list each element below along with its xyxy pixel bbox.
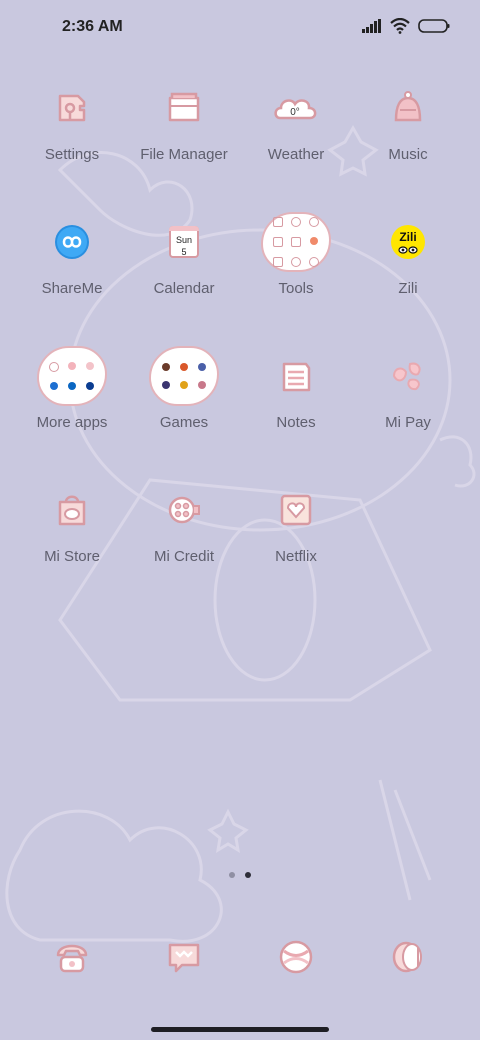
folder-more-apps[interactable]: More apps xyxy=(16,346,128,431)
games-folder-preview xyxy=(149,346,219,406)
status-icons xyxy=(362,18,450,34)
app-file-manager[interactable]: File Manager xyxy=(128,78,240,163)
app-mi-pay[interactable]: Mi Pay xyxy=(352,346,464,431)
app-label: More apps xyxy=(36,414,108,431)
app-weather[interactable]: 0° Weather xyxy=(240,78,352,163)
page-dot-active[interactable] xyxy=(245,872,251,878)
folder-tools[interactable]: Tools xyxy=(240,212,352,297)
camera-icon xyxy=(392,941,422,973)
app-label: Calendar xyxy=(153,280,215,297)
page-indicator xyxy=(0,872,480,878)
app-mi-store[interactable]: Mi Store xyxy=(16,480,128,565)
weather-temp: 0° xyxy=(290,107,300,118)
game-icon xyxy=(198,381,206,389)
status-time: 2:36 AM xyxy=(62,18,123,35)
compass-icon xyxy=(291,257,301,267)
app-label: Settings xyxy=(44,146,100,163)
app-label: Weather xyxy=(267,146,325,163)
app-mi-credit[interactable]: Mi Credit xyxy=(128,480,240,565)
app-calendar[interactable]: Sun 5 Calendar xyxy=(128,212,240,297)
tools-folder-preview xyxy=(261,212,331,272)
app-label: Music xyxy=(388,146,428,163)
dock-camera[interactable] xyxy=(352,932,464,982)
zili-icon: Zili xyxy=(391,225,425,259)
status-bar: 2:36 AM xyxy=(0,0,480,56)
brush-icon xyxy=(309,257,319,267)
signal-icon xyxy=(362,19,381,33)
home-indicator[interactable] xyxy=(151,1027,329,1032)
calendar-icon: Sun 5 xyxy=(169,226,199,258)
app-zili[interactable]: Zili Zili xyxy=(352,212,464,297)
wifi-icon xyxy=(390,18,410,34)
dock-phone[interactable] xyxy=(16,932,128,982)
app-notes[interactable]: Notes xyxy=(240,346,352,431)
cleaner-icon xyxy=(310,237,318,245)
weather-cloud-icon: 0° xyxy=(274,99,317,120)
app-netflix[interactable]: Netflix xyxy=(240,480,352,565)
image-icon xyxy=(291,237,301,247)
page-dot[interactable] xyxy=(229,872,235,878)
app-label: File Manager xyxy=(140,146,228,163)
phone-icon xyxy=(56,944,88,973)
netflix-icon xyxy=(280,494,312,526)
dock xyxy=(0,932,480,982)
battery-icon xyxy=(418,19,450,33)
game-icon xyxy=(162,381,170,389)
app-label: Notes xyxy=(276,414,316,431)
key-icon xyxy=(291,217,301,227)
messages-icon xyxy=(168,943,200,973)
game-icon xyxy=(180,363,188,371)
game-icon xyxy=(180,381,188,389)
app-label: Mi Credit xyxy=(153,548,214,565)
linkedin-icon xyxy=(68,382,76,390)
more-apps-folder-preview xyxy=(37,346,107,406)
app-label: Zili xyxy=(398,280,418,297)
grid-icon xyxy=(273,237,283,247)
mini-app-icon xyxy=(68,362,76,370)
browser-icon xyxy=(279,940,313,974)
app-label: Mi Pay xyxy=(385,414,431,431)
app-shareme[interactable]: ShareMe xyxy=(16,212,128,297)
app-settings[interactable]: Settings xyxy=(16,78,128,163)
app-label: Mi Store xyxy=(44,548,100,565)
folder-games[interactable]: Games xyxy=(128,346,240,431)
recorder-icon xyxy=(273,217,283,227)
mi-pay-icon xyxy=(392,362,421,391)
document-icon xyxy=(273,257,283,267)
mi-store-bag-icon xyxy=(58,495,86,526)
game-icon xyxy=(162,363,170,371)
game-icon xyxy=(198,363,206,371)
zili-logo-text: Zili xyxy=(399,230,416,244)
app-label: Tools xyxy=(278,280,314,297)
mini-app-icon xyxy=(86,382,94,390)
shareme-icon xyxy=(55,225,89,259)
music-bell-icon xyxy=(394,91,422,122)
app-label: Netflix xyxy=(275,548,317,565)
mini-app-icon xyxy=(86,362,94,370)
settings-icon xyxy=(58,94,86,122)
notes-icon xyxy=(282,362,311,392)
mini-app-icon xyxy=(49,362,59,372)
dock-messages[interactable] xyxy=(128,932,240,982)
folder-icon xyxy=(168,92,200,122)
app-label: ShareMe xyxy=(41,280,103,297)
app-label: Games xyxy=(159,414,209,431)
dock-browser[interactable] xyxy=(240,932,352,982)
calendar-date: 5 xyxy=(181,247,187,257)
app-music[interactable]: Music xyxy=(352,78,464,163)
facebook-icon xyxy=(50,382,58,390)
mi-credit-icon xyxy=(168,496,200,524)
chat-icon xyxy=(309,217,319,227)
calendar-day: Sun xyxy=(175,235,192,245)
